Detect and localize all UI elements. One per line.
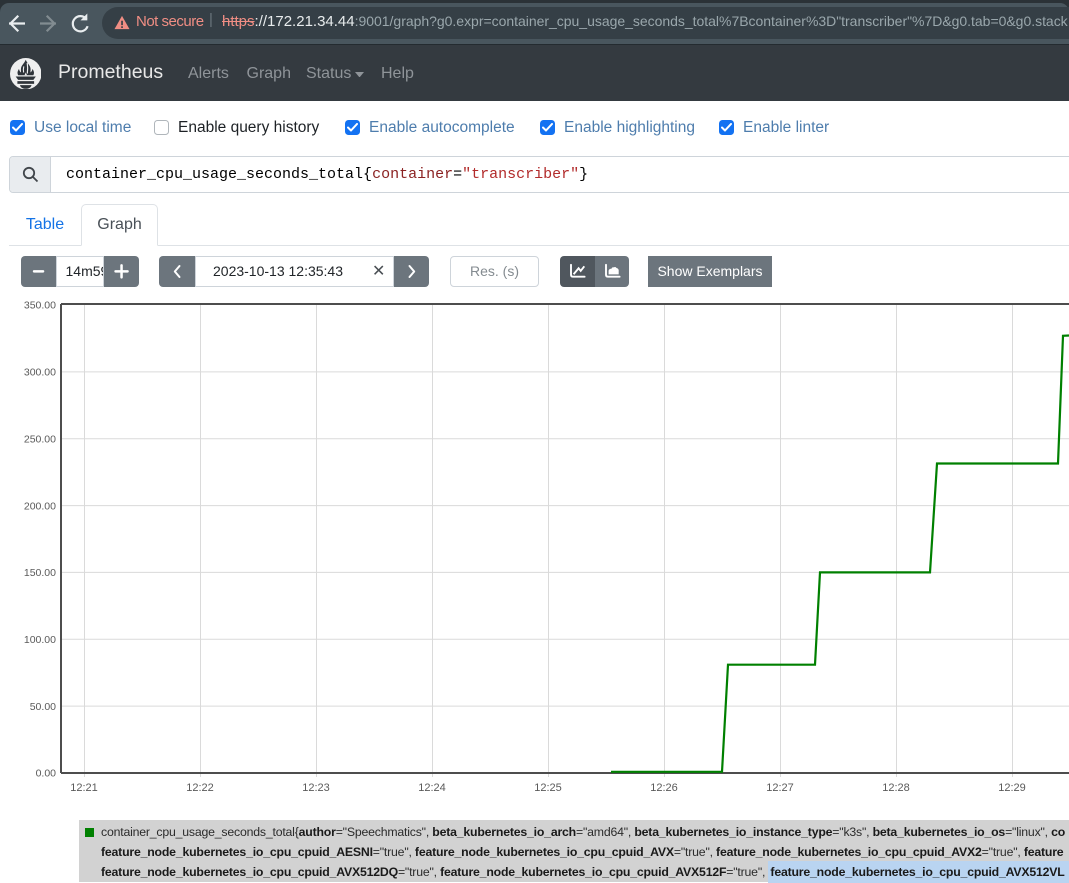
svg-text:50.00: 50.00 [30,701,56,713]
svg-text:350.00: 350.00 [24,300,56,312]
svg-text:200.00: 200.00 [24,500,56,512]
svg-text:12:23: 12:23 [302,782,330,794]
svg-text:300.00: 300.00 [24,367,56,379]
svg-text:12:27: 12:27 [766,782,794,794]
svg-text:0.00: 0.00 [36,768,57,780]
svg-text:12:21: 12:21 [70,782,98,794]
svg-text:12:25: 12:25 [534,782,562,794]
svg-text:12:26: 12:26 [650,782,678,794]
svg-text:12:29: 12:29 [998,782,1026,794]
svg-text:12:22: 12:22 [186,782,214,794]
svg-text:150.00: 150.00 [24,567,56,579]
svg-text:12:28: 12:28 [882,782,910,794]
svg-text:100.00: 100.00 [24,634,56,646]
svg-text:250.00: 250.00 [24,433,56,445]
svg-text:12:24: 12:24 [418,782,446,794]
